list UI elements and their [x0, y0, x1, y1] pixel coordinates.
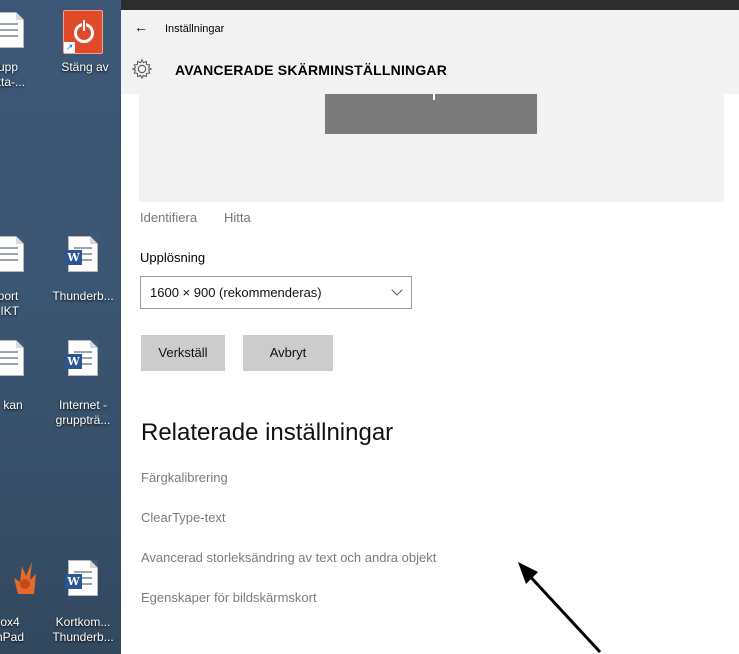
document-icon[interactable] [0, 236, 24, 272]
related-link-advanced-sizing[interactable]: Avancerad storleksändring av text och an… [141, 550, 436, 565]
power-off-icon[interactable]: ↗ [63, 10, 103, 54]
gear-icon [131, 58, 153, 80]
related-settings-heading: Relaterade inställningar [141, 419, 394, 446]
page-title: AVANCERADE SKÄRMINSTÄLLNINGAR [175, 62, 448, 78]
desktop-icon-label-stang-av[interactable]: Stäng av [50, 60, 120, 75]
desktop-icon-label-vox4[interactable]: vox4 chPad [0, 615, 42, 645]
settings-window: ← Inställningar AVANCERADE SKÄRMINSTÄLLN… [121, 10, 739, 654]
desktop-icon-label-port-ikt[interactable]: port IKT [0, 289, 43, 319]
desktop-icon-label-kan[interactable]: kan [0, 398, 48, 413]
desktop-icon-label-kortkom[interactable]: Kortkom... Thunderb... [48, 615, 118, 645]
apply-button[interactable]: Verkställ [141, 335, 225, 371]
word-document-icon[interactable]: W [65, 340, 98, 376]
desktop-icon-label-internet[interactable]: Internet - gruppträ... [48, 398, 118, 428]
app-flame-icon[interactable] [10, 556, 40, 596]
document-icon[interactable] [0, 340, 24, 376]
window-top-edge [121, 0, 739, 10]
identify-link[interactable]: Identifiera [140, 210, 197, 225]
chevron-down-icon [391, 284, 403, 296]
app-title: Inställningar [165, 23, 225, 35]
resolution-label: Upplösning [140, 250, 206, 265]
arrow-left-icon[interactable]: ← [134, 19, 148, 35]
find-link[interactable]: Hitta [224, 210, 251, 225]
resolution-dropdown[interactable]: 1600 × 900 (rekommenderas) [140, 276, 412, 309]
cancel-button[interactable]: Avbryt [243, 335, 333, 371]
monitor-preview[interactable] [325, 94, 537, 134]
document-icon[interactable] [0, 12, 24, 48]
word-document-icon[interactable]: W [65, 560, 98, 596]
desktop-icon-label-thunderb[interactable]: Thunderb... [48, 289, 118, 304]
related-link-color-calibration[interactable]: Färgkalibrering [141, 470, 228, 485]
resolution-value: 1600 × 900 (rekommenderas) [150, 285, 322, 300]
related-link-adapter-properties[interactable]: Egenskaper för bildskärmskort [141, 590, 317, 605]
related-link-cleartype[interactable]: ClearType-text [141, 510, 226, 525]
settings-header: ← Inställningar AVANCERADE SKÄRMINSTÄLLN… [121, 10, 739, 94]
word-document-icon[interactable]: W [65, 236, 98, 272]
display-arrangement-area [139, 94, 724, 202]
desktop-icon-label-upp[interactable]: upp atta-... [0, 60, 43, 90]
shortcut-arrow-icon: ↗ [64, 42, 75, 53]
desktop-background: upp atta-... ↗ Stäng av port IKT W Thund… [0, 0, 121, 654]
